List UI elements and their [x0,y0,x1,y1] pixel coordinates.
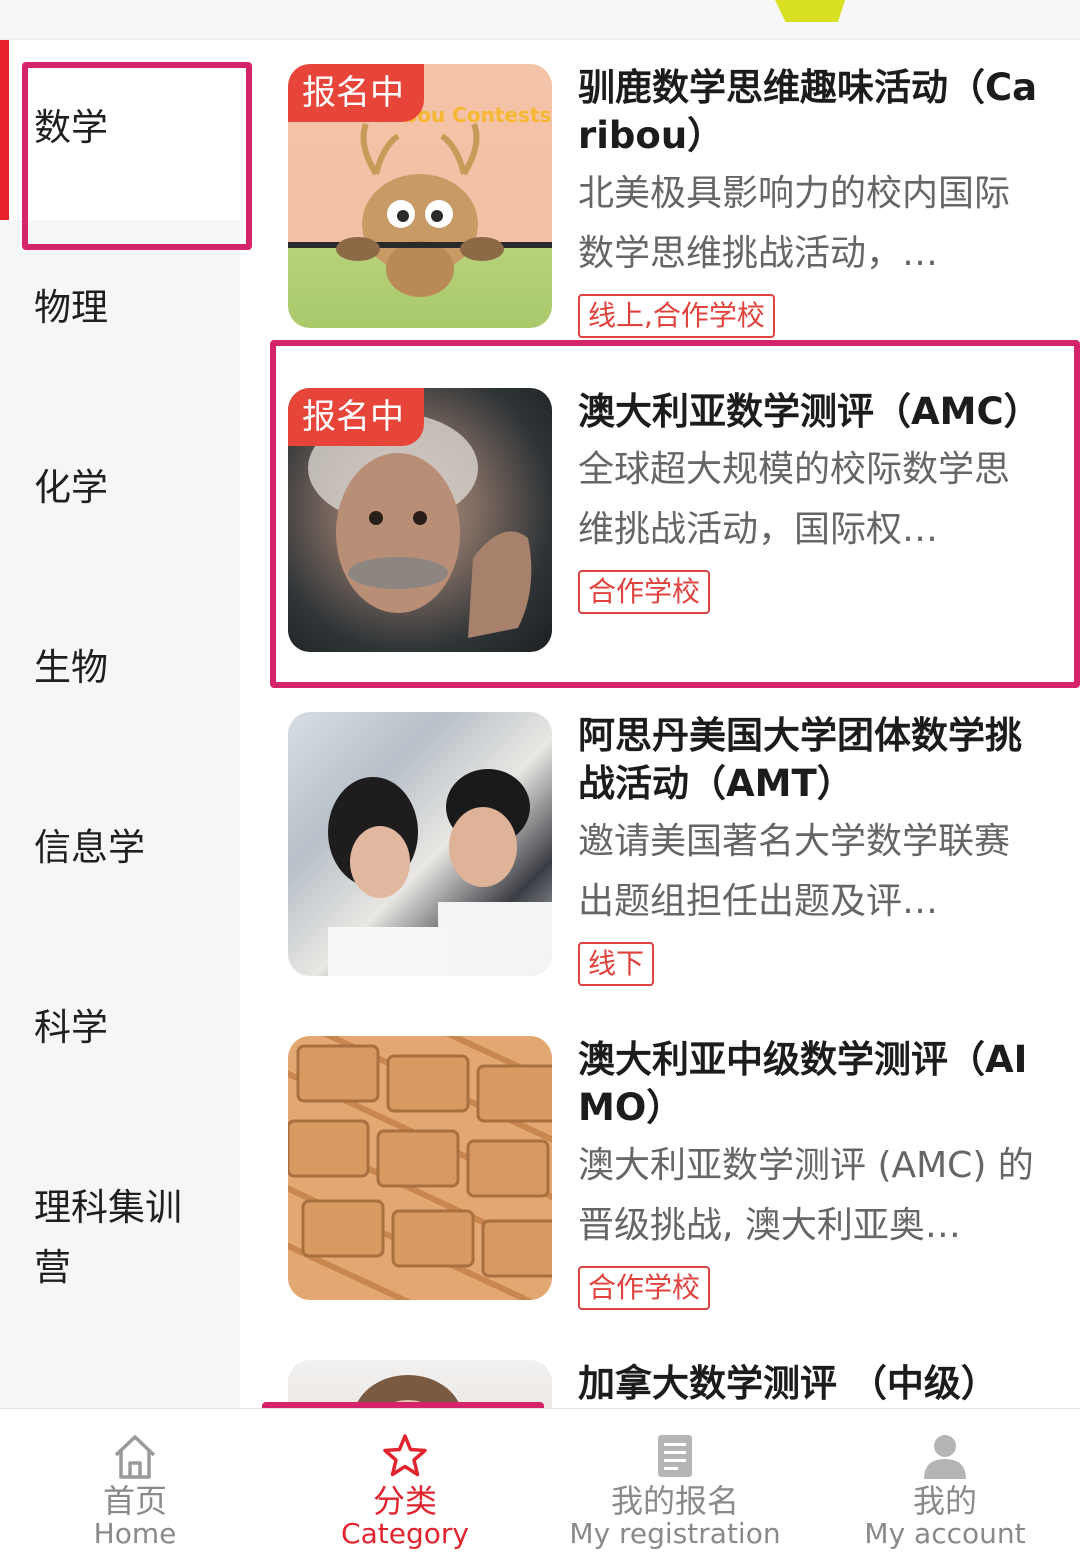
bottom-navigation: 首页 Home 分类 Category 我的报名 My registration… [0,1408,1080,1563]
activity-card[interactable]: Caribou Contests 报名中 驯鹿数学思维趣味活动（Caribou）… [288,64,1068,338]
activity-tag: 线上,合作学校 [578,294,775,338]
activity-info: 阿思丹美国大学团体数学挑战活动（AMT） 邀请美国著名大学数学联赛出题组担任出题… [578,712,1038,986]
activity-info: 加拿大数学测评 （中级） [578,1360,1038,1408]
registration-icon [658,1435,692,1477]
sidebar-item-label: 科学 [34,1006,108,1049]
activity-thumbnail: 报名中 [288,388,552,652]
students-illustration [328,769,552,976]
activity-tag: 线下 [578,942,655,986]
sidebar-item-science-camp[interactable]: 理科集训营 [0,1178,200,1298]
multiplication-blocks-illustration [288,1044,552,1278]
nav-label-en: My registration [569,1517,781,1550]
activity-thumbnail [288,1360,552,1408]
nav-label-zh: 分类 [372,1482,437,1520]
status-badge: 报名中 [288,64,424,122]
sidebar-item-label: 化学 [34,466,108,509]
activity-tag: 合作学校 [578,1266,711,1310]
status-badge: 报名中 [288,388,424,446]
activity-description: 北美极具影响力的校内国际数学思维挑战活动，… [578,173,1011,274]
nav-label-en: My account [864,1517,1026,1550]
activity-tag: 合作学校 [578,570,711,614]
nav-label-zh: 首页 [102,1482,167,1520]
activity-thumbnail: Caribou Contests 报名中 [288,64,552,328]
home-icon [114,1435,156,1479]
activity-description: 全球超大规模的校际数学思维挑战活动，国际权… [578,449,1011,550]
nav-label-en: Home [93,1517,177,1550]
activity-title: 阿思丹美国大学团体数学挑战活动（AMT） [578,714,1022,805]
activity-title: 澳大利亚中级数学测评（AIMO） [578,1038,1028,1129]
sidebar-item-label: 物理 [34,286,108,329]
activity-card[interactable]: 报名中 澳大利亚数学测评（AMC） 全球超大规模的校际数学思维挑战活动，国际权…… [288,388,1068,654]
sidebar-item-label: 数学 [34,106,108,149]
top-bar [0,0,1080,40]
activity-card[interactable]: 澳大利亚中级数学测评（AIMO） 澳大利亚数学测评 (AMC) 的晋级挑战, 澳… [288,1036,1068,1310]
sidebar-item-informatics[interactable]: 信息学 [0,818,240,878]
sidebar-item-science[interactable]: 科学 [0,998,240,1058]
activity-description: 澳大利亚数学测评 (AMC) 的晋级挑战, 澳大利亚奥… [578,1145,1034,1246]
nav-label-zh: 我的报名 [610,1482,739,1520]
activity-title: 加拿大数学测评 （中级） [578,1362,998,1405]
nav-label-en: Category [341,1517,469,1550]
top-decoration [775,0,845,22]
activity-card[interactable]: 加拿大数学测评 （中级） [288,1360,1068,1408]
sidebar-item-math[interactable]: 数学 [0,40,240,220]
activity-thumbnail [288,1036,552,1300]
activity-title: 驯鹿数学思维趣味活动（Caribou） [578,66,1038,157]
sidebar-item-label: 理科集训营 [34,1186,182,1289]
category-sidebar: 数学 物理 化学 生物 信息学 科学 理科集训营 [0,40,240,1408]
sidebar-item-label: 生物 [34,646,108,689]
sidebar-item-chemistry[interactable]: 化学 [0,458,240,518]
user-icon [924,1435,966,1479]
nav-registration[interactable]: 我的报名 My registration [540,1409,810,1563]
nav-home[interactable]: 首页 Home [0,1409,270,1563]
activity-thumbnail [288,712,552,976]
nav-account[interactable]: 我的 My account [810,1409,1080,1563]
activity-list: Caribou Contests 报名中 驯鹿数学思维趣味活动（Caribou）… [240,40,1080,1408]
sidebar-item-biology[interactable]: 生物 [0,638,240,698]
sidebar-item-physics[interactable]: 物理 [0,278,240,338]
nav-category[interactable]: 分类 Category [270,1409,540,1563]
sidebar-item-label: 信息学 [34,826,145,869]
active-indicator [0,40,9,220]
star-icon [383,1434,427,1477]
activity-info: 澳大利亚数学测评（AMC） 全球超大规模的校际数学思维挑战活动，国际权… 合作学… [578,388,1041,614]
activity-info: 驯鹿数学思维趣味活动（Caribou） 北美极具影响力的校内国际数学思维挑战活动… [578,64,1038,338]
nav-label-zh: 我的 [912,1482,977,1520]
activity-card[interactable]: 阿思丹美国大学团体数学挑战活动（AMT） 邀请美国著名大学数学联赛出题组担任出题… [288,712,1068,986]
activity-info: 澳大利亚中级数学测评（AIMO） 澳大利亚数学测评 (AMC) 的晋级挑战, 澳… [578,1036,1038,1310]
activity-description: 邀请美国著名大学数学联赛出题组担任出题及评… [578,821,1011,922]
woman-illustration [354,1375,462,1408]
activity-title: 澳大利亚数学测评（AMC） [578,390,1041,433]
